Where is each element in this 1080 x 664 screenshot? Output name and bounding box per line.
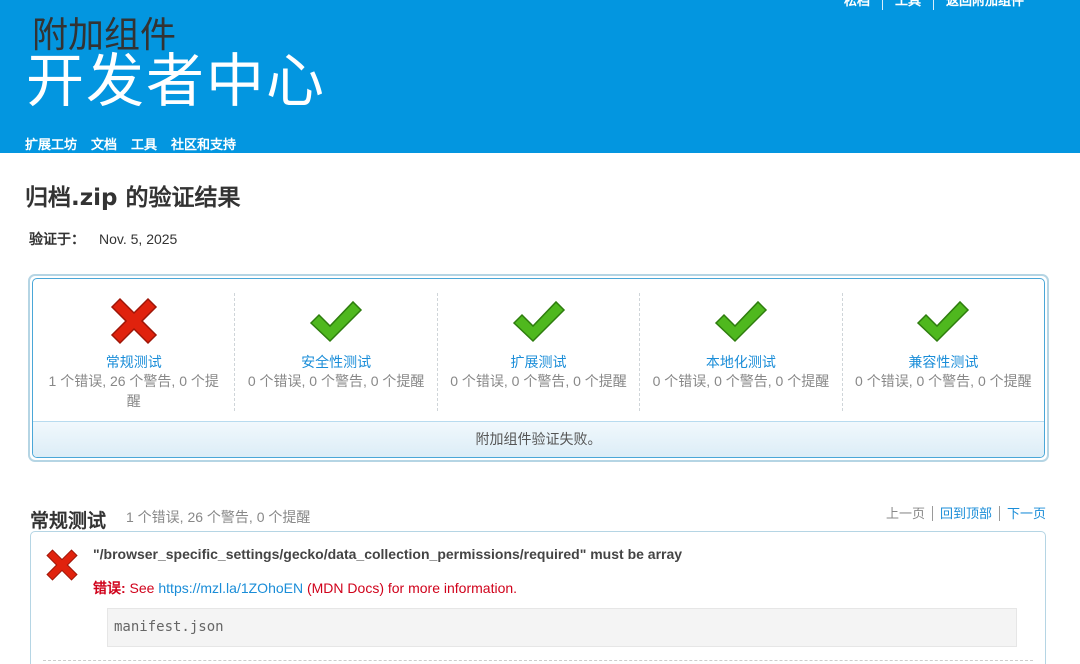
test-extension: 扩展测试 0 个错误, 0 个警告, 0 个提醒 bbox=[436, 293, 639, 411]
test-name-security[interactable]: 安全性测试 bbox=[235, 353, 436, 371]
pager-top[interactable]: 回到顶部 bbox=[931, 506, 999, 521]
page-title: 归档.zip 的验证结果 bbox=[25, 185, 241, 211]
test-name-localization[interactable]: 本地化测试 bbox=[640, 353, 841, 371]
message-title: "/browser_specific_settings/gecko/data_c… bbox=[93, 546, 683, 562]
test-counts-general: 1 个错误, 26 个警告, 0 个提醒 bbox=[48, 373, 219, 409]
nav-tools[interactable]: 工具 bbox=[131, 134, 157, 153]
validation-summary: 常规测试 1 个错误, 26 个警告, 0 个提醒 安全性测试 0 个错误, 0… bbox=[28, 274, 1049, 462]
check-icon bbox=[512, 300, 565, 343]
pager-next[interactable]: 下一页 bbox=[998, 506, 1046, 521]
test-name-compatibility[interactable]: 兼容性测试 bbox=[843, 353, 1044, 371]
x-icon bbox=[110, 297, 157, 345]
check-icon bbox=[310, 300, 363, 343]
pager-prev: 上一页 bbox=[885, 506, 925, 521]
check-icon bbox=[714, 300, 767, 343]
message-error: 错误: See https://mzl.la/1ZOhoEN (MDN Docs… bbox=[93, 578, 517, 598]
validation-message: "/browser_specific_settings/gecko/data_c… bbox=[30, 531, 1046, 664]
test-counts-compatibility: 0 个错误, 0 个警告, 0 个提醒 bbox=[855, 373, 1032, 389]
top-link-archive[interactable]: 松档 bbox=[832, 0, 882, 10]
error-text-pre: See bbox=[125, 580, 159, 596]
check-icon bbox=[917, 300, 970, 343]
test-counts-localization: 0 个错误, 0 个警告, 0 个提醒 bbox=[652, 373, 830, 389]
site-title[interactable]: 开发者中心 bbox=[26, 48, 326, 114]
validated-date: Nov. 5, 2025 bbox=[99, 231, 178, 247]
file-name: manifest.json bbox=[107, 608, 1017, 647]
error-label: 错误: bbox=[93, 580, 126, 596]
nav-docs[interactable]: 文档 bbox=[91, 134, 117, 153]
validated-info: 验证于： Nov. 5, 2025 bbox=[29, 229, 177, 249]
mdn-link[interactable]: https://mzl.la/1ZOhoEN bbox=[158, 580, 303, 596]
section-header: 常规测试 1 个错误, 26 个警告, 0 个提醒 上一页 回到顶部 下一页 bbox=[30, 503, 1046, 532]
nav-workshop[interactable]: 扩展工坊 bbox=[25, 134, 77, 153]
error-text-post: (MDN Docs) for more information. bbox=[303, 580, 518, 596]
section-title: 常规测试 bbox=[30, 510, 107, 532]
test-localization: 本地化测试 0 个错误, 0 个警告, 0 个提醒 bbox=[639, 293, 841, 411]
test-compatibility: 兼容性测试 0 个错误, 0 个警告, 0 个提醒 bbox=[841, 293, 1044, 411]
top-link-tools[interactable]: 工具 bbox=[881, 0, 933, 10]
test-name-general[interactable]: 常规测试 bbox=[33, 353, 234, 371]
top-link-back-to-addons[interactable]: 返回附加组件 bbox=[932, 0, 1036, 10]
section-pager: 上一页 回到顶部 下一页 bbox=[879, 506, 1046, 521]
nav-community[interactable]: 社区和支持 bbox=[171, 134, 236, 153]
section-counts: 1 个错误, 26 个警告, 0 个提醒 bbox=[126, 509, 311, 525]
test-name-extension[interactable]: 扩展测试 bbox=[438, 353, 639, 371]
top-links: 松档 工具 返回附加组件 bbox=[832, 0, 1036, 10]
test-counts-extension: 0 个错误, 0 个警告, 0 个提醒 bbox=[450, 373, 627, 389]
test-general: 常规测试 1 个错误, 26 个警告, 0 个提醒 bbox=[33, 293, 234, 411]
site-header: 松档 工具 返回附加组件 附加组件 开发者中心 扩展工坊 文档 工具 社区和支持 bbox=[0, 0, 1080, 153]
divider bbox=[43, 660, 1033, 661]
validation-result: 附加组件验证失败。 bbox=[33, 421, 1044, 457]
test-security: 安全性测试 0 个错误, 0 个警告, 0 个提醒 bbox=[234, 293, 436, 411]
validated-label: 验证于： bbox=[29, 231, 85, 247]
main-nav: 扩展工坊 文档 工具 社区和支持 bbox=[25, 134, 236, 153]
test-counts-security: 0 个错误, 0 个警告, 0 个提醒 bbox=[247, 373, 425, 389]
x-icon bbox=[46, 549, 78, 581]
